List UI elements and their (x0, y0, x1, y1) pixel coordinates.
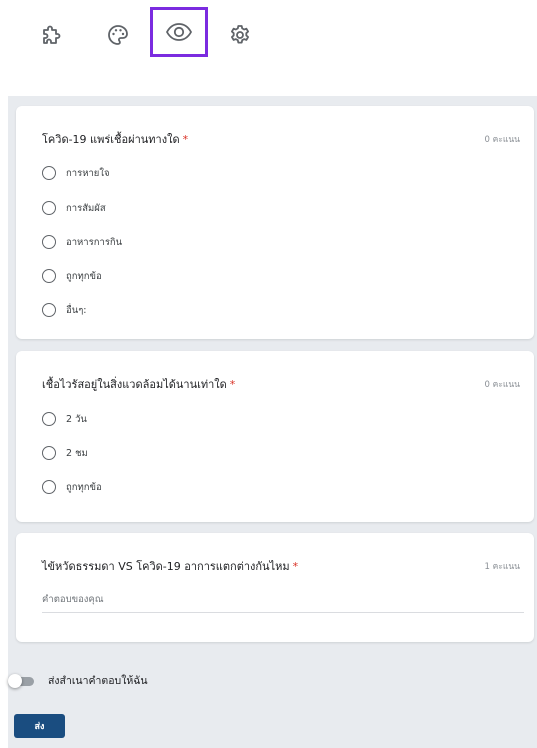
question-text: เชื้อไวรัสอยู่ในสิ่งแวดล้อมได้นานเท่าใด (42, 378, 227, 391)
settings-button[interactable] (222, 17, 258, 53)
add-ons-button[interactable] (34, 17, 70, 53)
form-canvas: โควิด-19 แพร่เชื้อผ่านทางใด * 0 คะแนน การ… (8, 96, 537, 748)
option-2-days[interactable]: 2 วัน (42, 410, 87, 428)
radio-button[interactable] (42, 446, 56, 460)
option-other[interactable]: อื่นๆ: (42, 301, 87, 319)
question-title: โควิด-19 แพร่เชื้อผ่านทางใด * (42, 130, 188, 148)
option-label: 2 วัน (66, 413, 87, 425)
question-card-3: ไข้หวัดธรรมดา VS โควิด-19 อาการแตกต่างกั… (16, 533, 534, 642)
points-label: 0 คะแนน (484, 380, 520, 390)
radio-button[interactable] (42, 201, 56, 215)
option-all-correct[interactable]: ถูกทุกข้อ (42, 478, 102, 496)
radio-button[interactable] (42, 235, 56, 249)
option-label: อื่นๆ: (66, 304, 87, 316)
palette-icon (108, 25, 128, 45)
radio-button[interactable] (42, 412, 56, 426)
eye-icon (165, 23, 193, 41)
option-2-hours[interactable]: 2 ชม (42, 444, 88, 462)
option-breathing[interactable]: การหายใจ (42, 164, 110, 182)
answer-placeholder: คำตอบของคุณ (42, 594, 104, 605)
form-toolbar (0, 0, 537, 80)
question-text: ไข้หวัดธรรมดา VS โควิด-19 อาการแตกต่างกั… (42, 560, 290, 573)
submit-button[interactable]: ส่ง (14, 714, 65, 738)
option-label: การสัมผัส (66, 202, 106, 214)
send-copy-toggle[interactable] (8, 673, 34, 688)
radio-button[interactable] (42, 480, 56, 494)
required-asterisk: * (292, 560, 299, 573)
option-label: อาหารการกิน (66, 236, 123, 248)
required-asterisk: * (229, 378, 236, 391)
puzzle-icon (43, 25, 61, 44)
question-title: ไข้หวัดธรรมดา VS โควิด-19 อาการแตกต่างกั… (42, 557, 298, 575)
question-card-2: เชื้อไวรัสอยู่ในสิ่งแวดล้อมได้นานเท่าใด *… (16, 351, 534, 522)
option-touch[interactable]: การสัมผัส (42, 199, 106, 217)
question-text: โควิด-19 แพร่เชื้อผ่านทางใด (42, 133, 180, 146)
option-label: การหายใจ (66, 167, 110, 179)
option-label: ถูกทุกข้อ (66, 481, 102, 493)
toggle-thumb (8, 673, 22, 688)
short-answer-input[interactable]: คำตอบของคุณ (42, 591, 524, 613)
radio-button[interactable] (42, 166, 56, 180)
question-card-1: โควิด-19 แพร่เชื้อผ่านทางใด * 0 คะแนน การ… (16, 106, 534, 339)
radio-button[interactable] (42, 303, 56, 317)
required-asterisk: * (182, 133, 189, 146)
option-label: ถูกทุกข้อ (66, 270, 102, 282)
customize-theme-button[interactable] (100, 17, 136, 53)
preview-button[interactable] (150, 7, 208, 57)
send-copy-label: ส่งสำเนาคำตอบให้ฉัน (48, 675, 148, 687)
radio-button[interactable] (42, 269, 56, 283)
option-food[interactable]: อาหารการกิน (42, 233, 122, 251)
option-label: 2 ชม (66, 447, 88, 459)
points-label: 0 คะแนน (484, 135, 520, 145)
send-copy-row: ส่งสำเนาคำตอบให้ฉัน (8, 672, 148, 689)
points-label: 1 คะแนน (484, 562, 520, 572)
gear-icon (231, 25, 249, 44)
option-all-correct[interactable]: ถูกทุกข้อ (42, 267, 102, 285)
question-title: เชื้อไวรัสอยู่ในสิ่งแวดล้อมได้นานเท่าใด * (42, 375, 235, 393)
